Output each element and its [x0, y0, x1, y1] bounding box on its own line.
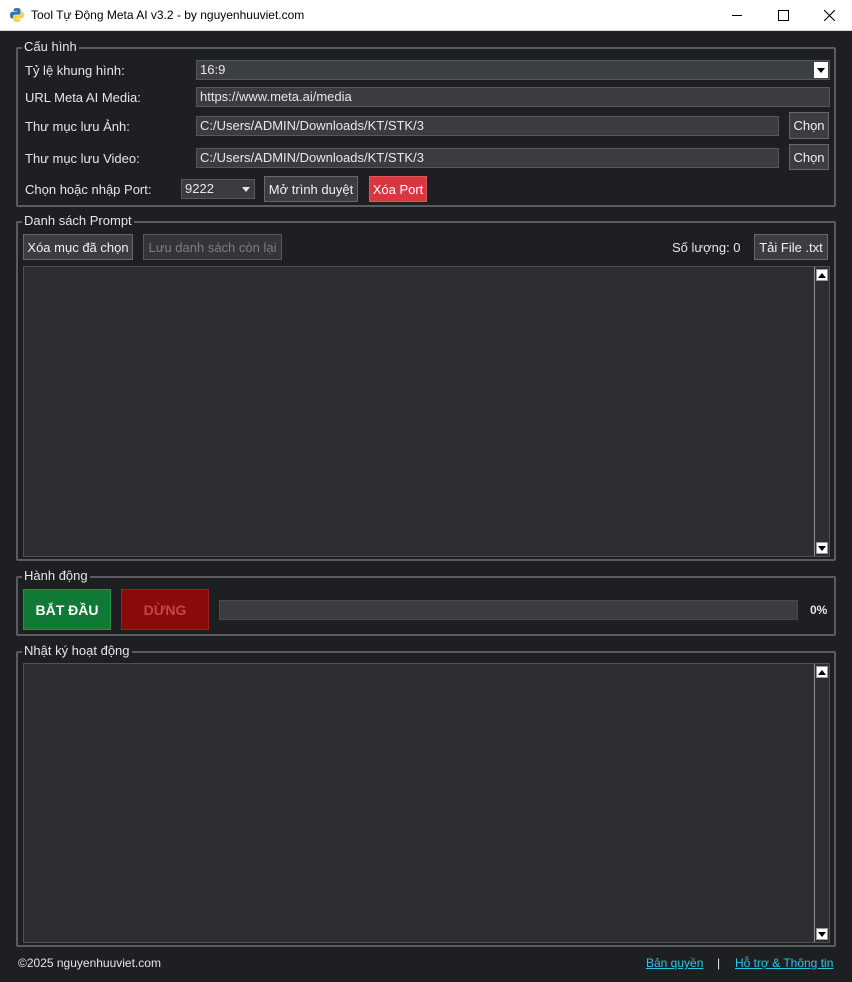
- support-link[interactable]: Hỗ trợ & Thông tin: [735, 956, 833, 970]
- scroll-down-icon[interactable]: [816, 542, 828, 554]
- actions-group-title: Hành động: [22, 568, 90, 584]
- load-txt-file-button[interactable]: Tải File .txt: [754, 234, 828, 260]
- url-input[interactable]: https://www.meta.ai/media: [196, 87, 830, 107]
- aspect-ratio-label: Tỷ lệ khung hình:: [25, 63, 125, 78]
- choose-image-folder-button[interactable]: Chọn: [789, 112, 829, 139]
- url-label: URL Meta AI Media:: [25, 90, 141, 105]
- progress-bar: [219, 600, 798, 620]
- delete-selected-button[interactable]: Xóa mục đã chọn: [23, 234, 133, 260]
- video-folder-input[interactable]: C:/Users/ADMIN/Downloads/KT/STK/3: [196, 148, 779, 168]
- image-folder-input[interactable]: C:/Users/ADMIN/Downloads/KT/STK/3: [196, 116, 779, 136]
- prompt-group-title: Danh sách Prompt: [22, 213, 134, 229]
- image-folder-label: Thư mục lưu Ảnh:: [25, 119, 130, 134]
- chevron-down-icon[interactable]: [239, 181, 253, 197]
- prompt-list-scrollbar[interactable]: [814, 267, 829, 556]
- choose-video-folder-button[interactable]: Chọn: [789, 144, 829, 170]
- log-scrollbar[interactable]: [814, 664, 829, 942]
- title-bar: Tool Tự Động Meta AI v3.2 - by nguyenhuu…: [0, 0, 852, 31]
- aspect-ratio-value: 16:9: [200, 62, 226, 77]
- port-value: 9222: [185, 181, 214, 196]
- chevron-down-icon[interactable]: [814, 62, 828, 78]
- minimize-button[interactable]: [714, 0, 760, 31]
- log-textbox[interactable]: [23, 663, 830, 943]
- aspect-ratio-select[interactable]: 16:9: [196, 60, 830, 80]
- maximize-button[interactable]: [760, 0, 806, 31]
- port-combobox[interactable]: 9222: [181, 179, 255, 199]
- prompt-listbox[interactable]: [23, 266, 830, 557]
- start-button[interactable]: BẮT ĐẦU: [23, 589, 111, 630]
- config-group-title: Cấu hình: [22, 39, 79, 55]
- scroll-up-icon[interactable]: [816, 666, 828, 678]
- window-title: Tool Tự Động Meta AI v3.2 - by nguyenhuu…: [31, 8, 305, 22]
- video-folder-label: Thư mục lưu Video:: [25, 151, 140, 166]
- save-remaining-button[interactable]: Lưu danh sách còn lại: [143, 234, 282, 260]
- scroll-up-icon[interactable]: [816, 269, 828, 281]
- footer-separator: |: [717, 956, 721, 970]
- stop-button[interactable]: DỪNG: [121, 589, 209, 630]
- scroll-down-icon[interactable]: [816, 928, 828, 940]
- delete-port-button[interactable]: Xóa Port: [369, 176, 427, 202]
- port-label: Chọn hoặc nhập Port:: [25, 182, 152, 197]
- log-group-title: Nhật ký hoạt động: [22, 643, 132, 659]
- license-link[interactable]: Bản quyền: [646, 956, 703, 970]
- prompt-count: Số lượng: 0: [672, 240, 741, 255]
- close-button[interactable]: [806, 0, 852, 31]
- python-icon: [9, 7, 25, 23]
- progress-percent: 0%: [810, 603, 828, 617]
- open-browser-button[interactable]: Mở trình duyệt: [264, 176, 358, 202]
- copyright-text: ©2025 nguyenhuuviet.com: [18, 956, 161, 970]
